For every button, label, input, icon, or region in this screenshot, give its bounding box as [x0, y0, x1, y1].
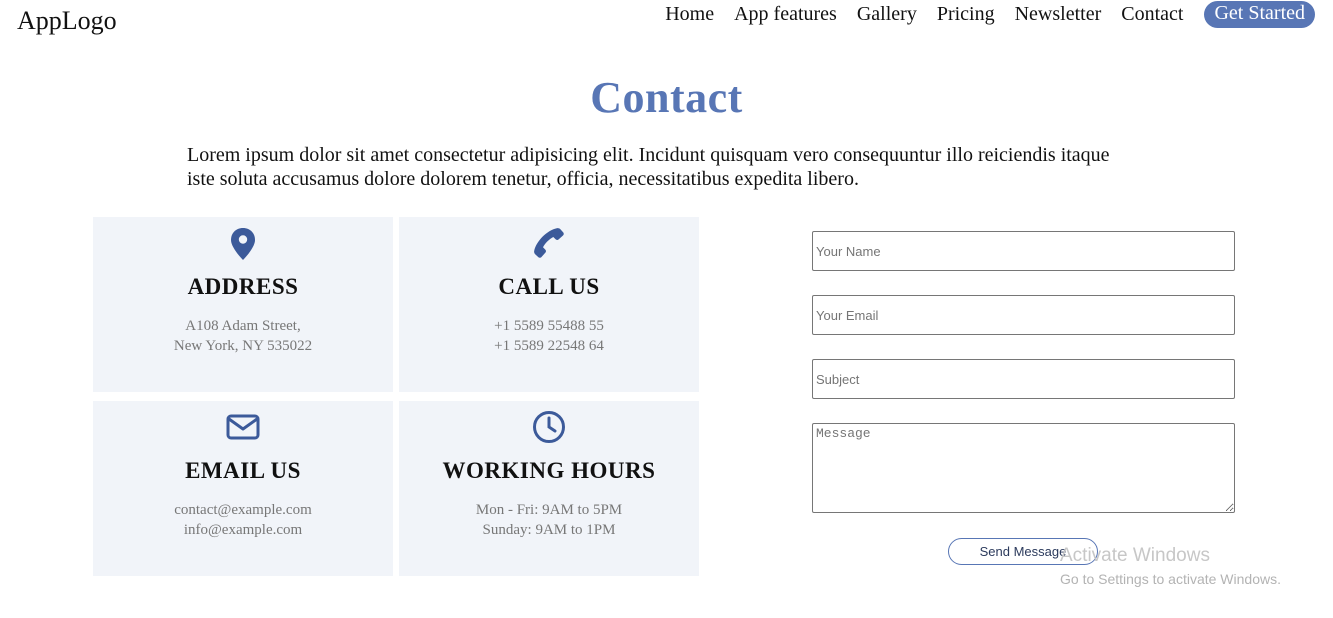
card-title: WORKING HOURS: [442, 458, 656, 483]
activate-windows-title: Activate Windows: [1060, 545, 1210, 566]
email-input[interactable]: [812, 295, 1235, 335]
app-logo[interactable]: AppLogo: [17, 6, 117, 36]
activate-windows-subtitle: Go to Settings to activate Windows.: [1060, 571, 1281, 587]
address-card: ADDRESS A108 Adam Street, New York, NY 5…: [93, 217, 393, 392]
nav-contact[interactable]: Contact: [1121, 3, 1183, 26]
subject-input[interactable]: [812, 359, 1235, 399]
card-line: +1 5589 55488 55: [494, 318, 604, 334]
card-line: +1 5589 22548 64: [494, 338, 604, 354]
page-title: Contact: [590, 73, 743, 122]
nav-pricing[interactable]: Pricing: [937, 3, 995, 26]
email-us-card: EMAIL US contact@example.com info@exampl…: [93, 401, 393, 576]
main-nav: Home App features Gallery Pricing Newsle…: [665, 1, 1315, 28]
site-header: AppLogo Home App features Gallery Pricin…: [0, 0, 1333, 40]
clock-icon: [399, 410, 699, 444]
get-started-button[interactable]: Get Started: [1204, 1, 1315, 28]
phone-icon: [399, 226, 699, 260]
card-title: ADDRESS: [187, 274, 299, 299]
intro-text: Lorem ipsum dolor sit amet consectetur a…: [187, 144, 1110, 190]
working-hours-card: WORKING HOURS Mon - Fri: 9AM to 5PM Sund…: [399, 401, 699, 576]
card-line: Mon - Fri: 9AM to 5PM: [475, 502, 623, 518]
nav-home[interactable]: Home: [665, 3, 714, 26]
card-title: CALL US: [498, 274, 600, 299]
map-marker-icon: [93, 227, 393, 261]
nav-newsletter[interactable]: Newsletter: [1015, 3, 1102, 26]
card-line: contact@example.com: [174, 502, 312, 518]
nav-gallery[interactable]: Gallery: [857, 3, 917, 26]
card-line: A108 Adam Street,: [185, 318, 301, 334]
card-line: Sunday: 9AM to 1PM: [482, 522, 616, 538]
card-line: New York, NY 535022: [173, 338, 313, 354]
envelope-icon: [93, 414, 393, 440]
nav-app-features[interactable]: App features: [734, 3, 837, 26]
call-us-card: CALL US +1 5589 55488 55 +1 5589 22548 6…: [399, 217, 699, 392]
card-title: EMAIL US: [185, 458, 301, 483]
name-input[interactable]: [812, 231, 1235, 271]
message-textarea[interactable]: [812, 423, 1235, 513]
card-line: info@example.com: [183, 522, 303, 538]
